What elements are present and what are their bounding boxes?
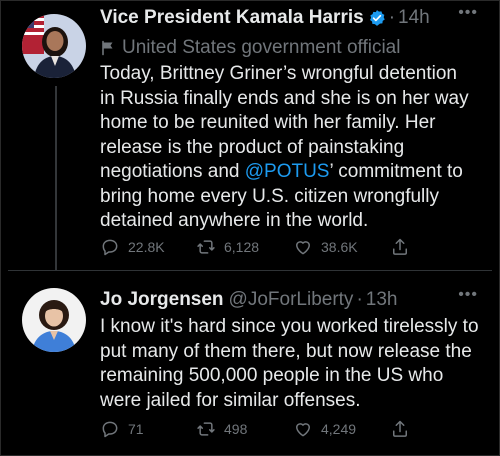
thread-connector-line [55,86,57,270]
tweet-text-line: were jailed for similar offenses. [100,389,361,411]
like-icon [296,423,310,437]
share-button[interactable] [390,237,418,257]
tweet-text-line: release is the product of painstaking [100,136,405,158]
retweet-button[interactable]: 6,128 [196,237,259,257]
more-icon[interactable]: ••• [458,286,478,304]
retweet-icon [197,240,215,254]
affiliation-text: United States government official [122,37,401,58]
tweet-text-fragment: ’ commitment to [329,161,463,182]
avatar[interactable] [22,14,86,78]
share-icon [393,238,407,255]
tweet-kamala-harris[interactable]: Vice President Kamala Harris · 14h ••• U… [0,0,500,270]
tweet-text-line: I know it's hard since you worked tirele… [100,316,479,337]
tweet-timestamp[interactable]: 14h [398,7,430,29]
avatar-portrait-image [22,288,86,352]
tweet-jo-jorgensen[interactable]: Jo Jorgensen @JoForLiberty · 13h ••• I k… [0,272,500,456]
tweet-text-line: remaining 500,000 people in the US who [100,365,444,386]
tweet-text-line: Today, Brittney Griner’s wrongful detent… [100,63,457,84]
retweet-icon [197,422,215,436]
reply-button[interactable]: 71 [100,419,144,439]
tweet-header: Vice President Kamala Harris · 14h [100,4,490,32]
tweet-header: Jo Jorgensen @JoForLiberty · 13h [100,286,490,314]
reply-button[interactable]: 22.8K [100,237,165,257]
author-handle[interactable]: @JoForLiberty [229,289,354,311]
tweet-text-line: detained anywhere in the world. [100,210,369,231]
like-count: 38.6K [321,239,358,255]
flag-icon [102,40,113,56]
avatar-portrait-image [22,14,86,78]
tweet-text: I know it's hard since you worked tirele… [100,315,486,413]
tweet-text-line: put many of them there, but now release … [100,340,472,362]
like-button[interactable]: 4,249 [293,419,356,439]
tweet-text-fragment: negotiations and [100,161,245,182]
tweet-divider [8,270,492,271]
like-count: 4,249 [321,421,357,437]
more-icon[interactable]: ••• [458,4,478,22]
retweet-button[interactable]: 498 [196,419,247,439]
mention-link[interactable]: @POTUS [245,161,330,182]
reply-count: 71 [128,421,144,437]
tweet-actions: 22.8K 6,128 38.6K [100,235,440,259]
tweet-text-line: bring home every U.S. citizen wrongfully [100,185,439,207]
verified-badge-icon [368,9,386,27]
separator-dot: · [388,7,396,28]
like-button[interactable]: 38.6K [293,237,358,257]
tweet-text-line: home to be reunited with her family. Her [100,112,436,133]
share-button[interactable] [390,419,418,439]
tweet-text: Today, Brittney Griner’s wrongful detent… [100,62,486,234]
retweet-count: 498 [224,421,248,437]
reply-icon [102,239,118,256]
tweet-timestamp[interactable]: 13h [366,289,398,311]
reply-icon [102,421,118,438]
like-icon [296,241,310,255]
tweet-text-line: in Russia finally ends and she is on her… [100,87,469,109]
separator-dot: · [356,289,363,310]
tweet-text-line: negotiations and @POTUS’ commitment to [100,160,486,185]
reply-count: 22.8K [128,239,165,255]
affiliation-label[interactable]: United States government official [100,36,400,60]
share-icon [393,420,407,437]
tweet-actions: 71 498 4,249 [100,417,440,441]
author-name[interactable]: Jo Jorgensen [100,289,224,311]
avatar[interactable] [22,288,86,352]
author-name[interactable]: Vice President Kamala Harris [100,7,364,29]
retweet-count: 6,128 [224,239,260,255]
